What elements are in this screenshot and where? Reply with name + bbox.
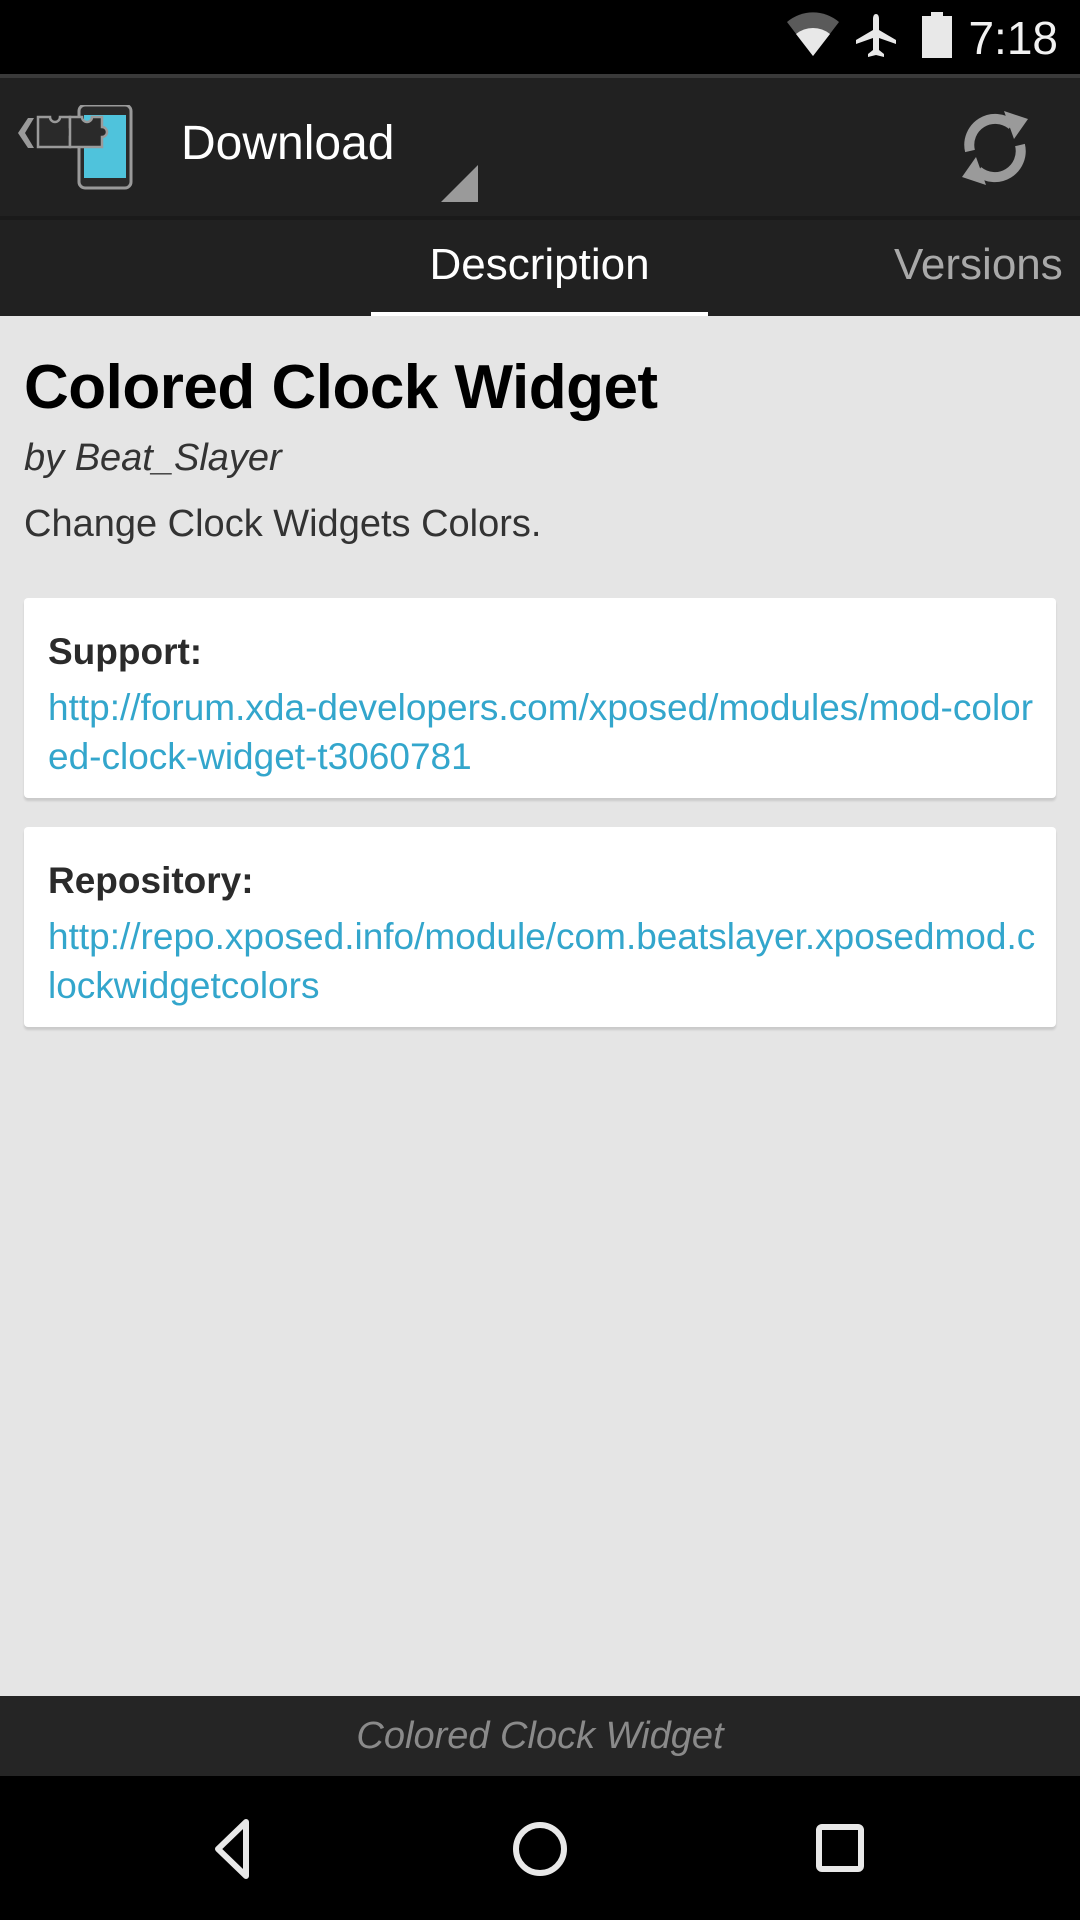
- back-icon: [215, 1819, 249, 1879]
- back-button[interactable]: [180, 1798, 300, 1898]
- airplane-mode-icon: [854, 12, 898, 65]
- repository-card: Repository: http://repo.xposed.info/modu…: [24, 827, 1056, 1027]
- status-time: 7:18: [968, 12, 1058, 64]
- support-link[interactable]: http://forum.xda-developers.com/xposed/m…: [48, 683, 1038, 781]
- status-bar: 7:18: [0, 0, 1080, 76]
- recents-icon: [816, 1824, 864, 1872]
- action-bar: Download: [0, 78, 1080, 216]
- support-label: Support:: [48, 631, 203, 672]
- repository-label: Repository:: [48, 860, 254, 901]
- recents-button[interactable]: [780, 1798, 900, 1898]
- tab-versions[interactable]: Versions: [894, 237, 1063, 293]
- dropdown-triangle-icon: [441, 165, 478, 202]
- home-button[interactable]: [480, 1798, 600, 1898]
- tab-description[interactable]: Description: [371, 237, 708, 293]
- module-title: Colored Clock Widget: [24, 353, 658, 422]
- up-navigation-button[interactable]: [10, 103, 135, 195]
- module-description: Change Clock Widgets Colors.: [24, 503, 542, 545]
- navigation-bar: [0, 1776, 1080, 1920]
- footer-module-name: Colored Clock Widget: [356, 1715, 724, 1757]
- repository-link[interactable]: http://repo.xposed.info/module/com.beats…: [48, 912, 1038, 1010]
- home-icon: [513, 1822, 567, 1876]
- description-content[interactable]: Colored Clock Widget by Beat_Slayer Chan…: [0, 316, 1080, 1696]
- tab-bar: Description Versions: [0, 216, 1080, 316]
- page-title-spinner[interactable]: Download: [181, 114, 394, 174]
- support-card: Support: http://forum.xda-developers.com…: [24, 598, 1056, 798]
- battery-icon: [922, 12, 952, 63]
- refresh-button[interactable]: [950, 103, 1040, 193]
- xposed-installer-icon: [18, 103, 133, 190]
- refresh-icon: [962, 111, 1028, 185]
- module-author: by Beat_Slayer: [24, 437, 282, 479]
- module-footer: Colored Clock Widget: [0, 1696, 1080, 1776]
- wifi-icon: [785, 12, 841, 63]
